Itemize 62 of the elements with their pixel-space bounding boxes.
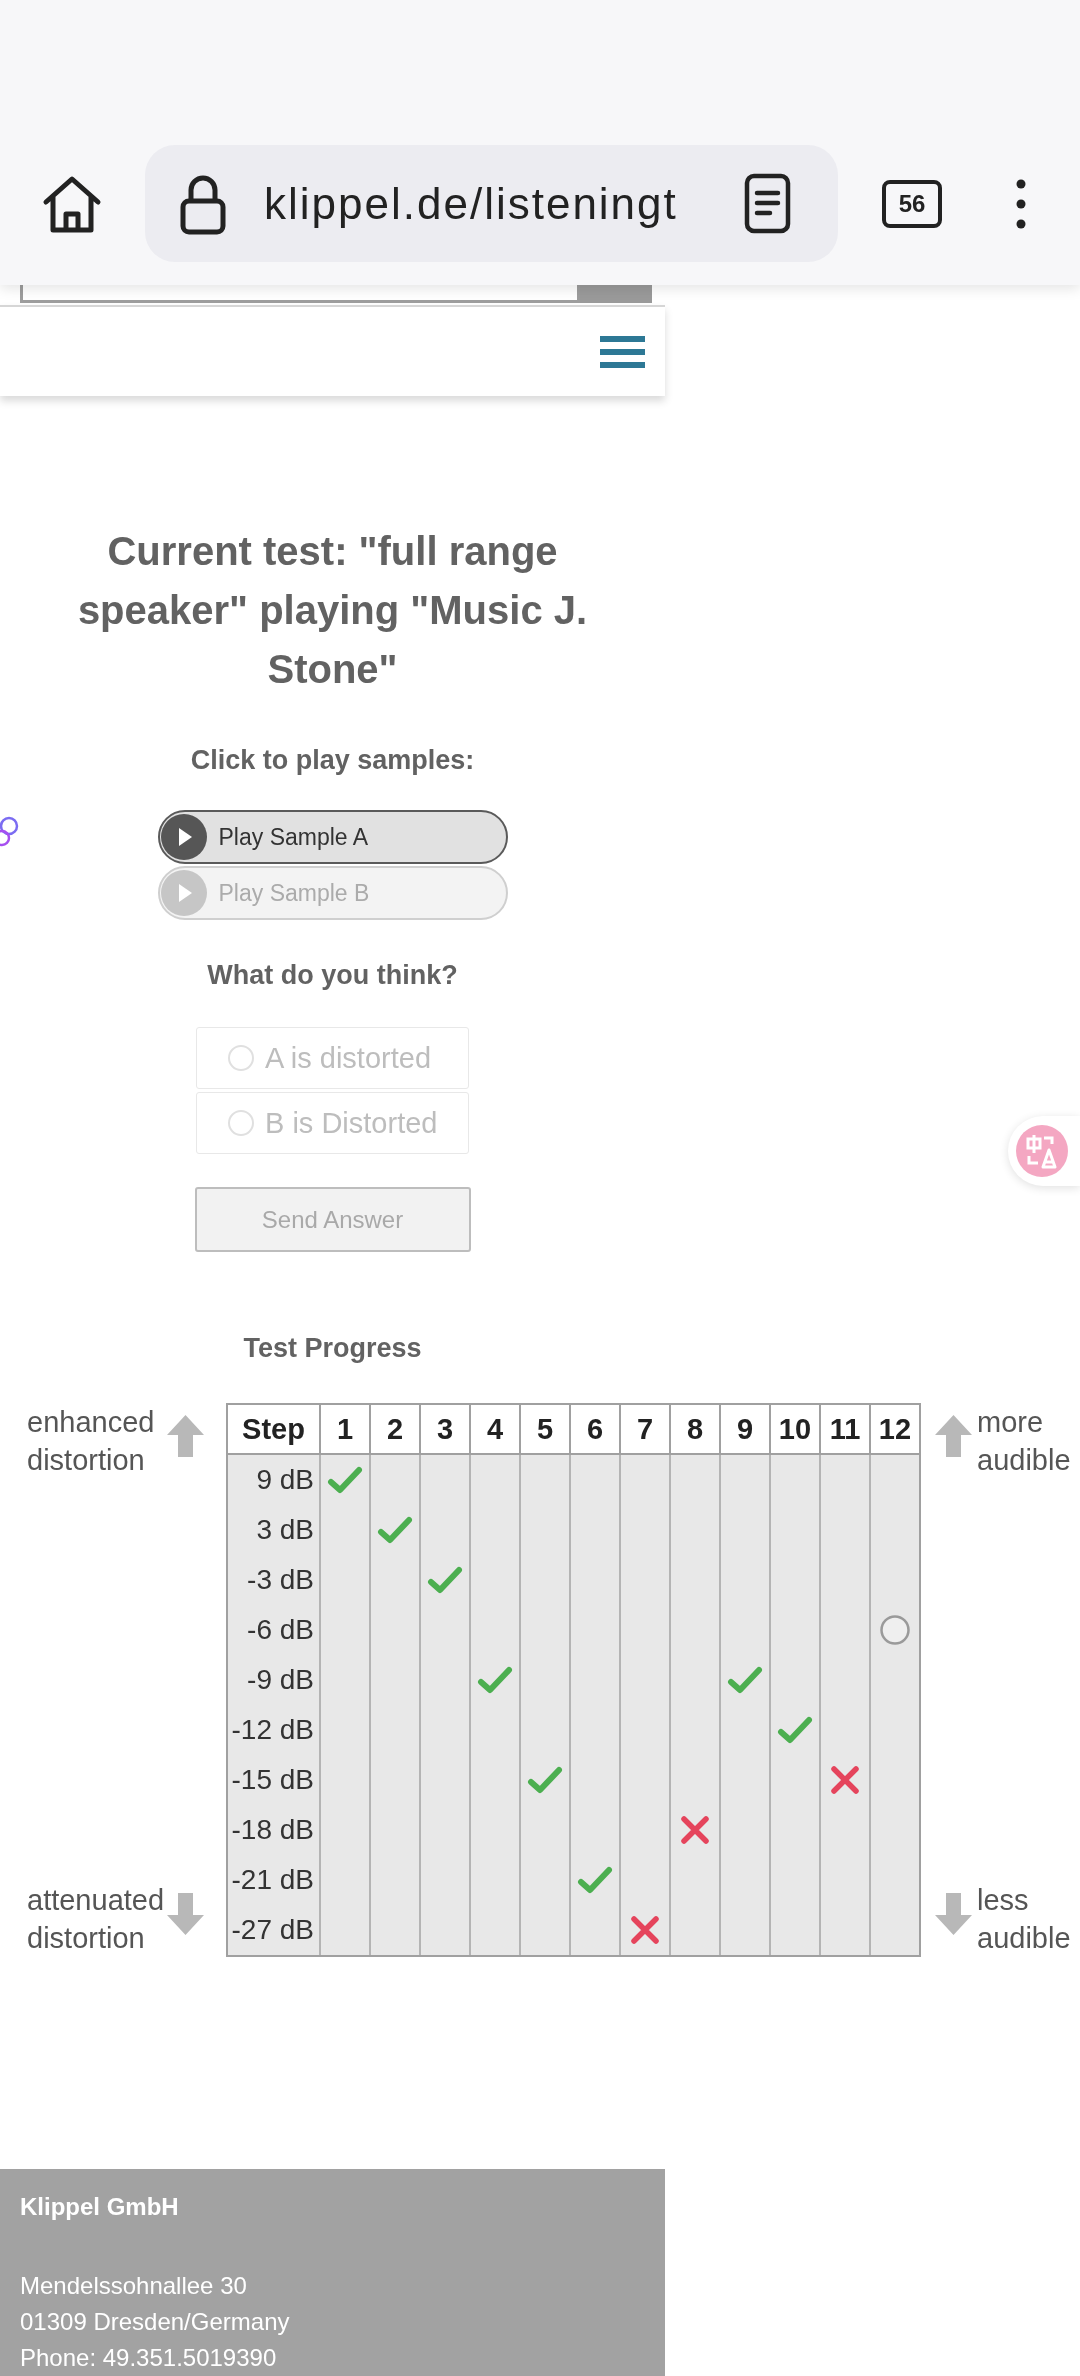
loop-icon[interactable] xyxy=(0,815,20,849)
check-icon xyxy=(577,1865,613,1895)
row-label: -9 dB xyxy=(247,1664,314,1696)
check-icon xyxy=(777,1715,813,1745)
column-header: 9 xyxy=(719,1405,769,1455)
column-header: 4 xyxy=(469,1405,519,1455)
address-bar[interactable]: klippel.de/listeningt xyxy=(145,145,838,262)
check-icon xyxy=(327,1465,363,1495)
row-label: -21 dB xyxy=(231,1864,314,1896)
cross-icon xyxy=(630,1915,660,1945)
row-label: -12 dB xyxy=(231,1714,314,1746)
row-label: -15 dB xyxy=(231,1764,314,1796)
column-header: 8 xyxy=(669,1405,719,1455)
column-header: 5 xyxy=(519,1405,569,1455)
section-title: Test Progress xyxy=(243,1332,422,1365)
address-line: 01309 Dresden/Germany xyxy=(20,2307,290,2337)
column-header: 3 xyxy=(419,1405,469,1455)
check-icon xyxy=(727,1665,763,1695)
check-icon xyxy=(377,1515,413,1545)
cross-icon xyxy=(680,1815,710,1845)
down-arrow-icon xyxy=(935,1893,972,1935)
test-title: Current test: "full range speaker" playing "Music J. Stone" xyxy=(76,528,589,693)
column-header: 7 xyxy=(619,1405,669,1455)
up-arrow-icon xyxy=(167,1415,204,1457)
scale-note: more audible xyxy=(977,1405,1072,1478)
search-field[interactable] xyxy=(20,285,580,303)
column-header: 10 xyxy=(769,1405,819,1455)
scale-note: less audible xyxy=(977,1883,1072,1956)
row-label: -18 dB xyxy=(231,1814,314,1846)
down-arrow-icon xyxy=(167,1893,204,1935)
row-label: -6 dB xyxy=(247,1614,314,1646)
row-label: 9 dB xyxy=(256,1464,314,1496)
column-header: 11 xyxy=(819,1405,869,1455)
hollow-circle-icon xyxy=(880,1615,910,1645)
company-name: Klippel GmbH xyxy=(20,2192,179,2222)
document-icon[interactable] xyxy=(744,173,791,234)
row-label: 3 dB xyxy=(256,1514,314,1546)
column-header: 6 xyxy=(569,1405,619,1455)
menu-icon[interactable] xyxy=(600,335,645,368)
scale-note: enhanced distortion xyxy=(27,1405,156,1478)
play-icon xyxy=(160,814,207,860)
address-line: Phone: 49.351.5019390 xyxy=(20,2343,277,2373)
play-prompt: Click to play samples: xyxy=(190,744,475,777)
play-sample-button[interactable]: Play Sample A xyxy=(157,810,508,864)
play-icon xyxy=(160,870,207,916)
column-header: 12 xyxy=(869,1405,919,1455)
tab-count-button[interactable]: 56 xyxy=(882,179,942,228)
check-icon xyxy=(427,1565,463,1595)
question-label: What do you think? xyxy=(207,959,458,992)
check-icon xyxy=(527,1765,563,1795)
translate-icon xyxy=(1016,1125,1068,1177)
scale-note: attenuated distortion xyxy=(27,1883,166,1956)
row-label: -27 dB xyxy=(231,1914,314,1946)
row-label: -3 dB xyxy=(247,1564,314,1596)
address-line: Mendelssohnallee 30 xyxy=(20,2271,247,2301)
more-menu-icon[interactable] xyxy=(1016,178,1026,229)
column-header: 1 xyxy=(319,1405,369,1455)
column-header: 2 xyxy=(369,1405,419,1455)
column-header: Step xyxy=(228,1405,319,1455)
up-arrow-icon xyxy=(935,1415,972,1457)
check-icon xyxy=(477,1665,513,1695)
cross-icon xyxy=(830,1765,860,1795)
